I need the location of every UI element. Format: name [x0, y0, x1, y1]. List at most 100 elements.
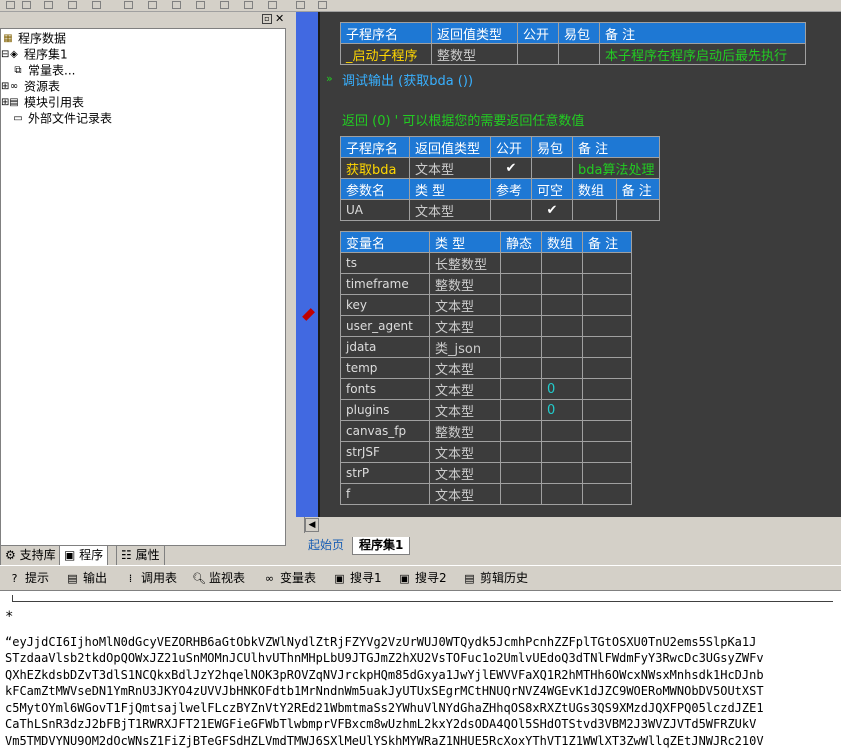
- note-cell[interactable]: 本子程序在程序启动后最先执行: [599, 43, 806, 65]
- tab-start-page[interactable]: 起始页: [302, 537, 350, 554]
- code-line-return[interactable]: 返回 (0) ' 可以根据您的需要返回任意数值: [342, 110, 584, 129]
- toolbar-button-icon[interactable]: [148, 1, 157, 9]
- var-name-cell[interactable]: temp: [340, 357, 430, 379]
- toolbar-button-icon[interactable]: [296, 1, 305, 9]
- tree-root[interactable]: ▦ 程序数据: [1, 30, 66, 46]
- var-static-cell[interactable]: [500, 315, 542, 337]
- tab-hint[interactable]: ? 提示: [8, 568, 49, 588]
- scroll-left-icon[interactable]: ◀: [305, 518, 319, 532]
- var-row[interactable]: timeframe 整数型: [340, 273, 632, 295]
- toolbar-button-icon[interactable]: [196, 1, 205, 9]
- toolbar-button-icon[interactable]: [6, 1, 15, 9]
- var-row[interactable]: key 文本型: [340, 294, 632, 316]
- var-note-cell[interactable]: [582, 483, 632, 505]
- var-note-cell[interactable]: [582, 378, 632, 400]
- var-static-cell[interactable]: [500, 483, 542, 505]
- code-line-debug[interactable]: 调试输出 (获取bda ()): [342, 70, 473, 89]
- var-name-cell[interactable]: ts: [340, 252, 430, 274]
- var-static-cell[interactable]: [500, 252, 542, 274]
- var-array-cell[interactable]: [541, 315, 583, 337]
- toolbar-button-icon[interactable]: [318, 1, 327, 9]
- tree-item-program-set[interactable]: ⊟◈ 程序集1: [1, 46, 68, 62]
- var-type-cell[interactable]: 文本型: [429, 294, 501, 316]
- var-name-cell[interactable]: key: [340, 294, 430, 316]
- param-note-cell[interactable]: [615, 199, 661, 221]
- var-type-cell[interactable]: 文本型: [429, 483, 501, 505]
- var-type-cell[interactable]: 文本型: [429, 357, 501, 379]
- var-array-cell[interactable]: [541, 462, 583, 484]
- tab-output[interactable]: ▤ 输出: [66, 568, 107, 588]
- toolbar-button-icon[interactable]: [68, 1, 77, 9]
- param-nullable-check[interactable]: ✔: [531, 199, 573, 221]
- sub-name-cell[interactable]: 获取bda: [340, 157, 410, 179]
- var-array-cell[interactable]: [541, 273, 583, 295]
- toolbar-button-icon[interactable]: [172, 1, 181, 9]
- var-type-cell[interactable]: 类_json: [429, 336, 501, 358]
- param-type-cell[interactable]: 文本型: [409, 199, 491, 221]
- var-type-cell[interactable]: 文本型: [429, 399, 501, 421]
- tab-program[interactable]: ▣ 程序: [59, 546, 109, 566]
- tab-properties[interactable]: ☷ 属性: [116, 546, 165, 566]
- public-check[interactable]: ✔: [490, 157, 532, 179]
- toolbar-button-icon[interactable]: [92, 1, 101, 9]
- var-array-cell[interactable]: [541, 420, 583, 442]
- var-type-cell[interactable]: 整数型: [429, 420, 501, 442]
- var-type-cell[interactable]: 长整数型: [429, 252, 501, 274]
- param-array-cell[interactable]: [572, 199, 617, 221]
- tab-program-set[interactable]: 程序集1: [352, 537, 411, 555]
- var-row[interactable]: plugins 文本型 0: [340, 399, 632, 421]
- var-static-cell[interactable]: [500, 357, 542, 379]
- minimize-icon[interactable]: ▫: [262, 14, 272, 24]
- var-note-cell[interactable]: [582, 357, 632, 379]
- var-row[interactable]: strJSF 文本型: [340, 441, 632, 463]
- toolbar-button-icon[interactable]: [124, 1, 133, 9]
- var-name-cell[interactable]: timeframe: [340, 273, 430, 295]
- tree-item-constants[interactable]: ⧉ 常量表...: [11, 62, 75, 78]
- var-type-cell[interactable]: 整数型: [429, 273, 501, 295]
- var-array-cell[interactable]: 0: [541, 378, 583, 400]
- return-type-cell[interactable]: 整数型: [431, 43, 518, 65]
- var-row[interactable]: canvas_fp 整数型: [340, 420, 632, 442]
- var-array-cell[interactable]: [541, 294, 583, 316]
- var-type-cell[interactable]: 文本型: [429, 315, 501, 337]
- var-array-cell[interactable]: 0: [541, 399, 583, 421]
- tab-search1[interactable]: ▣ 搜寻1: [333, 568, 381, 588]
- var-array-cell[interactable]: [541, 483, 583, 505]
- var-array-cell[interactable]: [541, 441, 583, 463]
- var-static-cell[interactable]: [500, 273, 542, 295]
- public-cell[interactable]: [517, 43, 559, 65]
- tab-search2[interactable]: ▣ 搜寻2: [398, 568, 446, 588]
- var-array-cell[interactable]: [541, 357, 583, 379]
- var-note-cell[interactable]: [582, 462, 632, 484]
- var-row[interactable]: temp 文本型: [340, 357, 632, 379]
- toolbar-button-icon[interactable]: [244, 1, 253, 9]
- var-static-cell[interactable]: [500, 336, 542, 358]
- param-ref-cell[interactable]: [490, 199, 532, 221]
- toolbar-button-icon[interactable]: [268, 1, 277, 9]
- var-name-cell[interactable]: strJSF: [340, 441, 430, 463]
- tab-variables[interactable]: ∞ 变量表: [263, 568, 316, 588]
- var-note-cell[interactable]: [582, 420, 632, 442]
- param-name-cell[interactable]: UA: [340, 199, 410, 221]
- tree-item-modules[interactable]: ⊞▤ 模块引用表: [1, 94, 84, 110]
- var-name-cell[interactable]: jdata: [340, 336, 430, 358]
- var-type-cell[interactable]: 文本型: [429, 441, 501, 463]
- var-name-cell[interactable]: strP: [340, 462, 430, 484]
- var-row[interactable]: f 文本型: [340, 483, 632, 505]
- scroll-left-stub[interactable]: [296, 517, 305, 533]
- tab-call-table[interactable]: ⁞ 调用表: [124, 568, 177, 588]
- return-type-cell[interactable]: 文本型: [409, 157, 491, 179]
- tab-watch[interactable]: 🔍︎ 监视表: [192, 568, 245, 588]
- var-note-cell[interactable]: [582, 273, 632, 295]
- var-static-cell[interactable]: [500, 462, 542, 484]
- toolbar-button-icon[interactable]: [220, 1, 229, 9]
- editor-hscrollbar[interactable]: ◀: [296, 517, 841, 533]
- tab-support-library[interactable]: ⚙ 支持库: [0, 546, 61, 566]
- epkg-cell[interactable]: [558, 43, 600, 65]
- var-note-cell[interactable]: [582, 336, 632, 358]
- var-static-cell[interactable]: [500, 378, 542, 400]
- var-type-cell[interactable]: 文本型: [429, 462, 501, 484]
- toolbar-button-icon[interactable]: [44, 1, 53, 9]
- var-name-cell[interactable]: plugins: [340, 399, 430, 421]
- var-static-cell[interactable]: [500, 420, 542, 442]
